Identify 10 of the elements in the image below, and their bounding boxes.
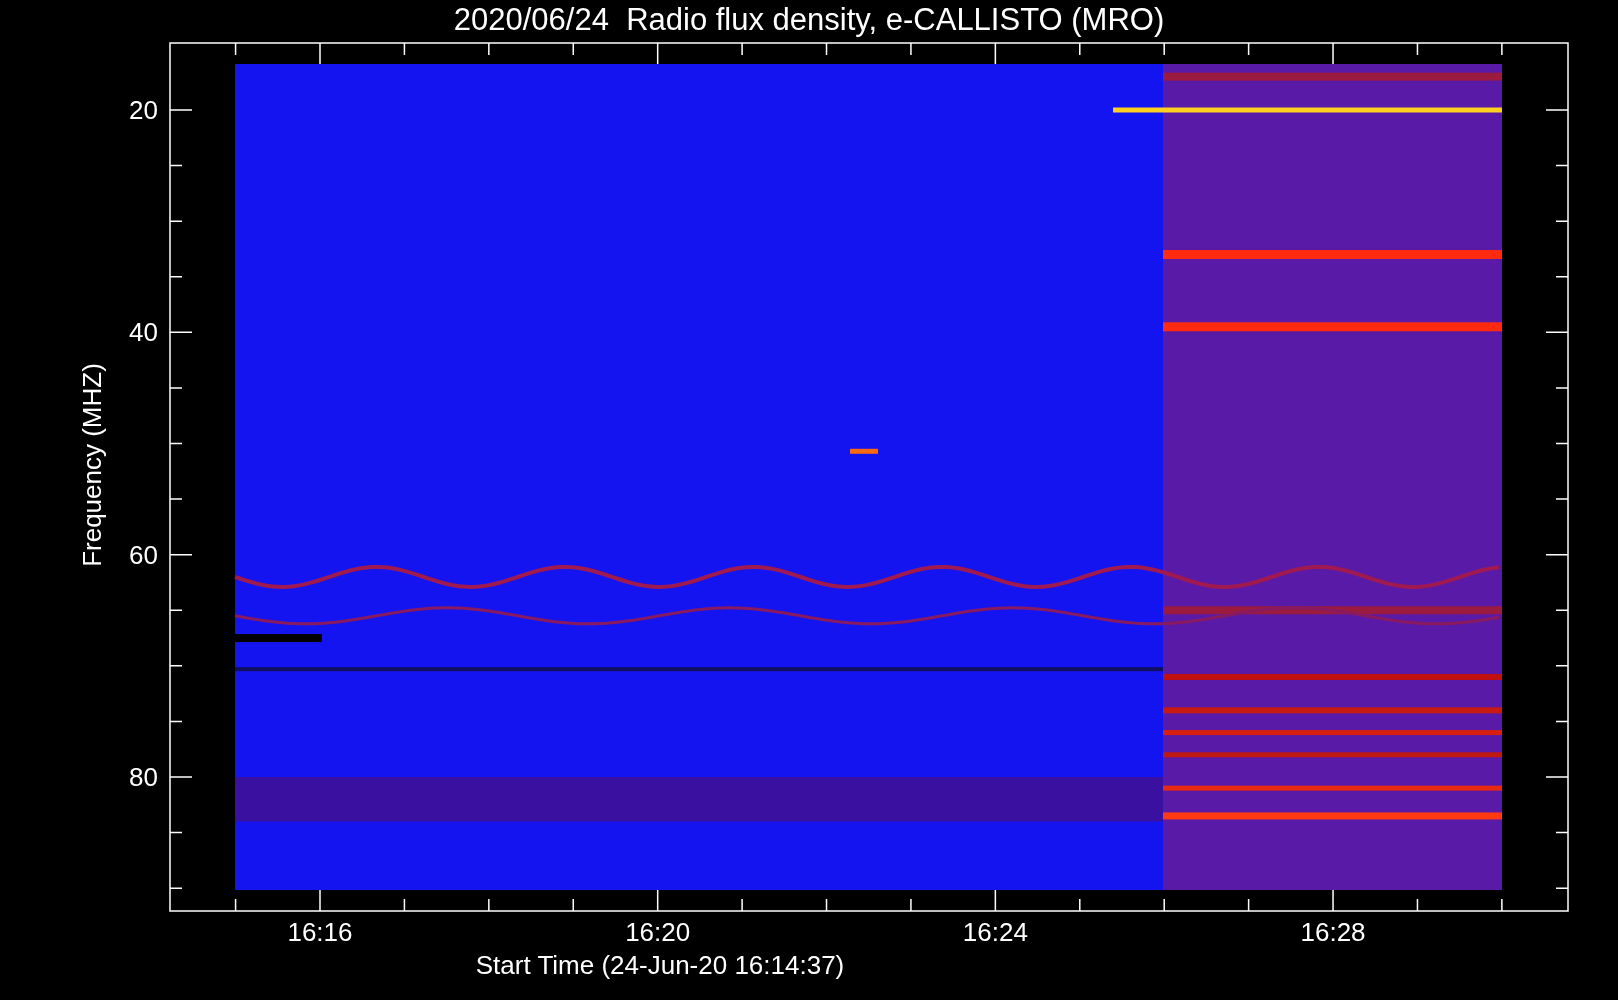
axis-tick-label: 40 bbox=[128, 319, 158, 346]
axis-tick-label: 80 bbox=[128, 764, 158, 790]
axis-tick-label: 16:20 bbox=[624, 919, 692, 945]
axis-tick-label: 16:16 bbox=[286, 919, 354, 945]
axis-title: Frequency (MHZ) bbox=[79, 363, 105, 567]
chart-title: 2020/06/24 Radio flux density, e-CALLISTO (MRO) bbox=[452, 4, 1166, 35]
axis-title: Start Time (24-Jun-20 16:14:37) bbox=[474, 952, 846, 978]
axis-tick-label: 16:24 bbox=[961, 919, 1029, 945]
axis-tick-label: 16:28 bbox=[1299, 919, 1367, 945]
axis-tick-label: 20 bbox=[128, 97, 158, 123]
